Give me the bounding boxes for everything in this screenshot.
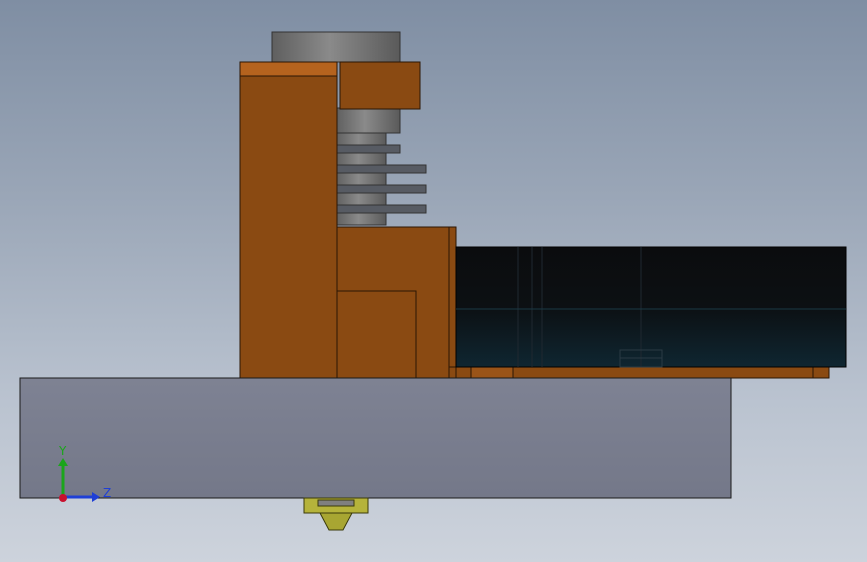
dark-block bbox=[455, 246, 847, 368]
nozzle bbox=[303, 497, 369, 531]
heatsink-fins bbox=[335, 107, 427, 226]
top-cylinder bbox=[271, 31, 401, 63]
model-view[interactable]: Y Z bbox=[0, 0, 867, 562]
cad-viewport[interactable]: Y Z bbox=[0, 0, 867, 562]
y-axis-label: Y bbox=[58, 444, 67, 458]
z-axis-label: Z bbox=[103, 486, 111, 500]
origin-icon bbox=[59, 494, 67, 502]
base-plate bbox=[19, 377, 732, 499]
